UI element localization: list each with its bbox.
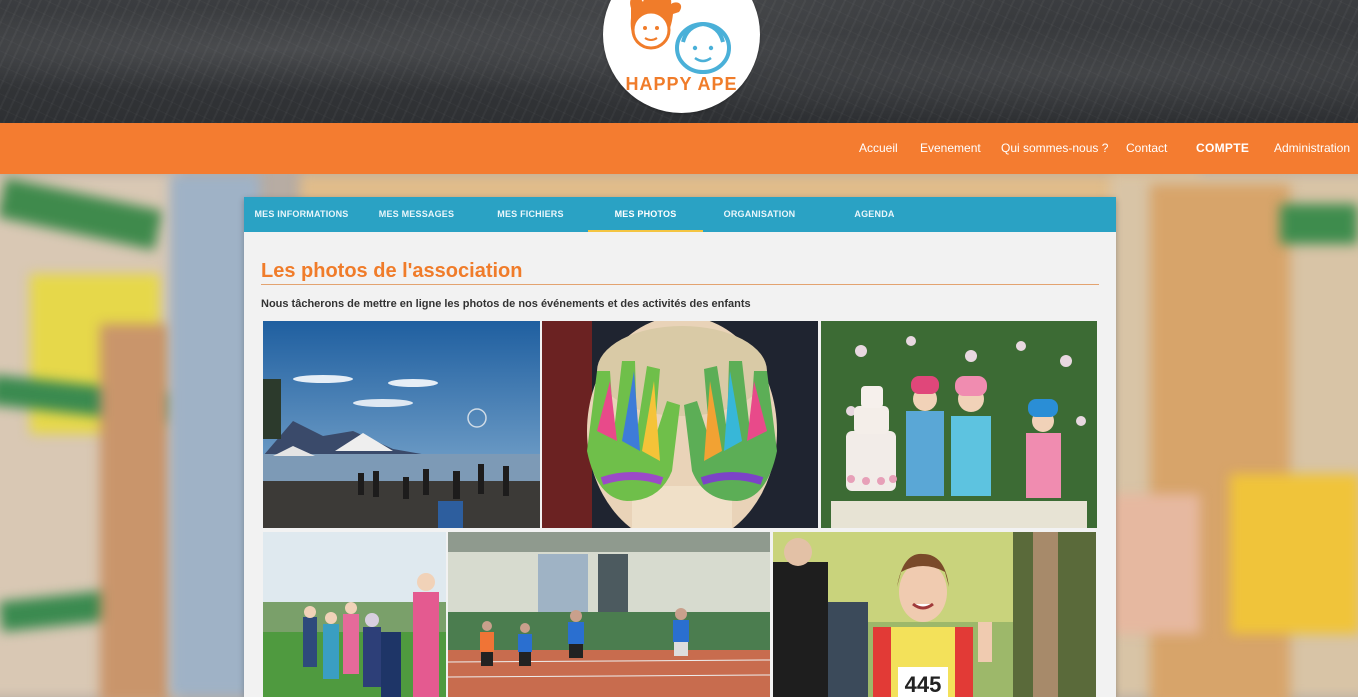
nav-contact[interactable]: Contact — [1126, 141, 1167, 155]
tab-agenda[interactable]: AGENDA — [817, 197, 932, 232]
nav-accueil[interactable]: Accueil — [859, 141, 898, 155]
tab-mes-photos[interactable]: MES PHOTOS — [588, 197, 703, 232]
cake-kids-photo[interactable] — [821, 321, 1097, 528]
field-kids-photo[interactable] — [263, 532, 446, 697]
race-bib-number: 445 — [905, 672, 942, 697]
nav-compte[interactable]: COMPTE — [1196, 141, 1249, 155]
main-nav: Accueil Evenement Qui sommes-nous ? Cont… — [0, 123, 1358, 174]
tab-organisation[interactable]: ORGANISATION — [702, 197, 817, 232]
logo-faces-icon — [630, 0, 731, 74]
tab-mes-informations[interactable]: MES INFORMATIONS — [244, 197, 359, 232]
runner-girl-photo[interactable]: 445 — [773, 532, 1096, 697]
nav-evenement[interactable]: Evenement — [920, 141, 981, 155]
happy-ape-logo[interactable]: HAPPY APE — [603, 0, 760, 113]
track-race-photo[interactable] — [448, 532, 770, 697]
lakeside-event-photo[interactable] — [263, 321, 540, 528]
tab-mes-messages[interactable]: MES MESSAGES — [359, 197, 474, 232]
photos-panel: MES INFORMATIONS MES MESSAGES MES FICHIE… — [244, 197, 1116, 697]
nav-administration[interactable]: Administration — [1274, 141, 1350, 155]
intro-text: Nous tâcherons de mettre en ligne les ph… — [261, 298, 751, 310]
title-divider — [261, 284, 1099, 285]
nav-qui-sommes-nous[interactable]: Qui sommes-nous ? — [1001, 141, 1108, 155]
page-title: Les photos de l'association — [261, 260, 523, 282]
account-tabs: MES INFORMATIONS MES MESSAGES MES FICHIE… — [244, 197, 1116, 232]
tab-mes-fichiers[interactable]: MES FICHIERS — [473, 197, 588, 232]
logo-text: HAPPY APE — [625, 74, 738, 94]
painted-hands-photo[interactable] — [542, 321, 818, 528]
